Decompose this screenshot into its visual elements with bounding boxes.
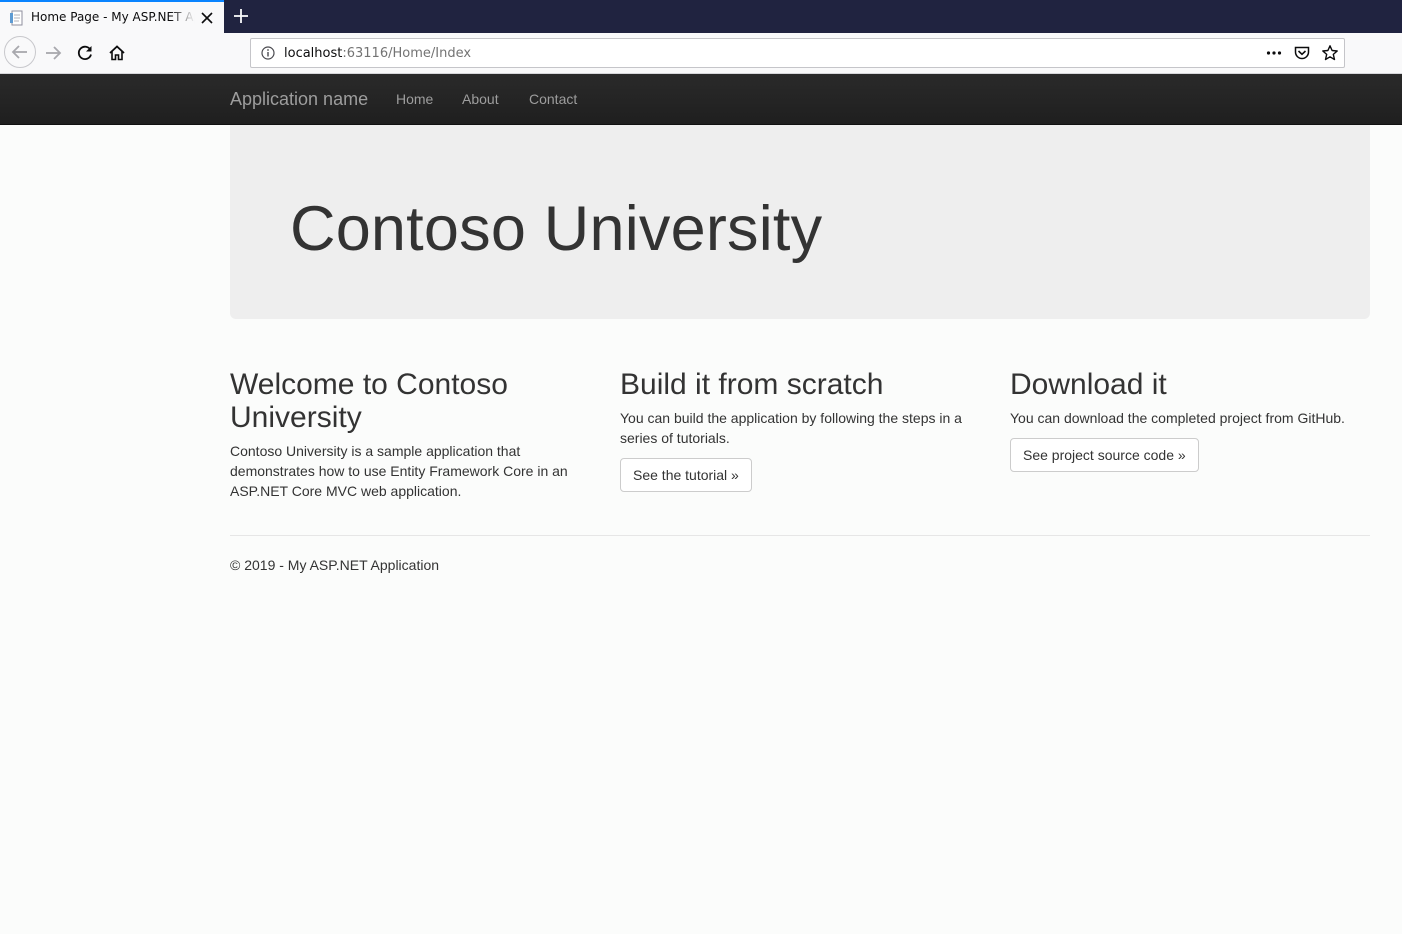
nav-link-about[interactable]: About [462, 91, 499, 107]
column-text: You can build the application by followi… [620, 410, 962, 446]
url-host: localhost [284, 46, 343, 61]
column-heading: Download it [1010, 368, 1167, 401]
footer-divider [230, 535, 1370, 536]
nav-link-contact[interactable]: Contact [529, 91, 577, 107]
see-source-code-button[interactable]: See project source code » [1010, 438, 1199, 472]
star-icon[interactable] [1321, 44, 1339, 62]
plus-icon[interactable] [231, 6, 251, 26]
page-title: Contoso University [290, 194, 823, 264]
browser-tab-strip: Home Page - My ASP.NET Application [0, 0, 1402, 33]
column-heading: Welcome to Contoso University [230, 368, 508, 434]
column-download: Download it You can download the complet… [1010, 368, 1370, 472]
url-path: :63116/Home/Index [342, 46, 472, 61]
info-icon[interactable] [261, 46, 275, 60]
pocket-icon[interactable] [1293, 44, 1311, 62]
forward-arrow-icon[interactable] [38, 38, 68, 68]
column-heading: Build it from scratch [620, 368, 884, 401]
column-text: You can download the completed project f… [1010, 410, 1345, 426]
jumbotron: Contoso University [230, 125, 1370, 319]
nav-link-home[interactable]: Home [396, 91, 433, 107]
site-navbar: Application name Home About Contact [0, 74, 1402, 125]
address-bar[interactable]: localhost:63116/Home/Index [250, 38, 1345, 68]
home-icon[interactable] [102, 38, 132, 68]
more-dots-icon[interactable] [1265, 44, 1283, 62]
close-icon[interactable] [200, 11, 214, 25]
column-welcome: Welcome to Contoso University Contoso Un… [230, 368, 590, 501]
back-arrow-icon[interactable] [4, 36, 36, 68]
footer-text: © 2019 - My ASP.NET Application [230, 557, 440, 573]
browser-tab-active[interactable]: Home Page - My ASP.NET Application [0, 0, 224, 33]
navbar-brand[interactable]: Application name [230, 89, 368, 110]
see-tutorial-button[interactable]: See the tutorial » [620, 458, 752, 492]
url-text[interactable]: localhost:63116/Home/Index [284, 46, 471, 61]
browser-toolbar: localhost:63116/Home/Index [0, 33, 1402, 74]
tab-title: Home Page - My ASP.NET Application [31, 10, 195, 24]
column-build: Build it from scratch You can build the … [620, 368, 980, 492]
column-text: Contoso University is a sample applicati… [230, 443, 568, 499]
reload-icon[interactable] [70, 38, 100, 68]
page-favicon-icon [9, 10, 25, 26]
